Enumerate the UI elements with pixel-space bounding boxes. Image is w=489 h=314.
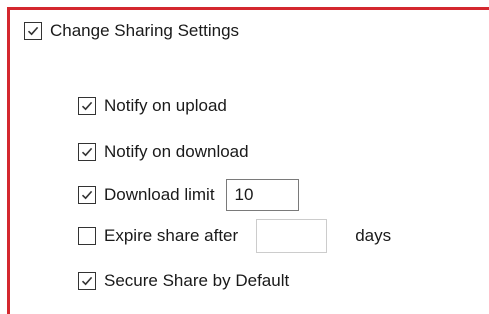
download-limit-input[interactable] xyxy=(225,179,299,211)
secure-share-label: Secure Share by Default xyxy=(104,271,290,290)
change-sharing-settings-checkbox[interactable] xyxy=(24,22,42,40)
checkmark-icon xyxy=(81,190,93,200)
expire-share-label: Expire share after xyxy=(104,226,239,245)
checkmark-icon xyxy=(81,147,93,157)
change-sharing-settings-label: Change Sharing Settings xyxy=(50,21,240,40)
checkmark-icon xyxy=(81,276,93,286)
notify-upload-label: Notify on upload xyxy=(104,96,227,115)
days-label: days xyxy=(355,226,392,245)
notify-download-checkbox[interactable] xyxy=(78,143,96,161)
download-limit-checkbox[interactable] xyxy=(78,186,96,204)
change-sharing-settings-row[interactable]: Change Sharing Settings xyxy=(24,21,239,41)
download-limit-row[interactable]: Download limit xyxy=(78,179,299,211)
checkmark-icon xyxy=(81,101,93,111)
notify-upload-checkbox[interactable] xyxy=(78,97,96,115)
secure-share-row[interactable]: Secure Share by Default xyxy=(78,271,289,291)
expire-share-checkbox[interactable] xyxy=(78,227,96,245)
secure-share-checkbox[interactable] xyxy=(78,272,96,290)
expire-days-input[interactable] xyxy=(256,219,328,253)
download-limit-label: Download limit xyxy=(104,185,215,204)
notify-download-label: Notify on download xyxy=(104,142,249,161)
notify-download-row[interactable]: Notify on download xyxy=(78,142,249,162)
expire-share-row[interactable]: Expire share after days xyxy=(78,219,391,253)
notify-upload-row[interactable]: Notify on upload xyxy=(78,96,227,116)
checkmark-icon xyxy=(27,26,39,36)
